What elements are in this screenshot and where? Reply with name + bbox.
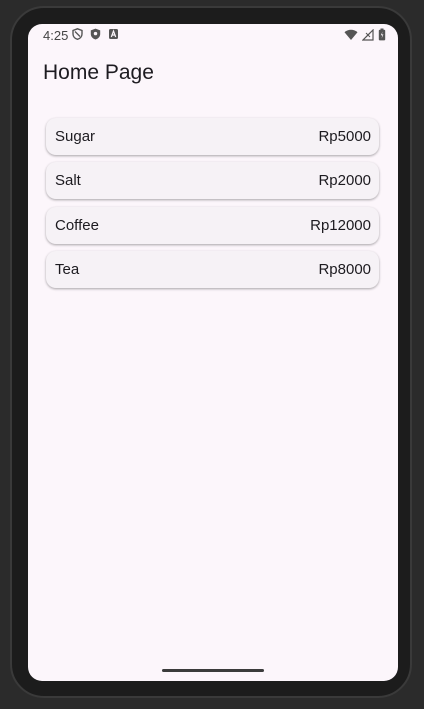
status-bar: 4:25 [28,24,398,48]
a-badge-icon [108,28,119,40]
item-price: Rp12000 [310,216,371,234]
wifi-icon [344,29,358,41]
page-title: Home Page [43,61,154,84]
list-item-tea[interactable]: Tea Rp8000 [46,250,379,288]
item-price: Rp8000 [318,260,371,278]
shield-outline-icon [72,28,83,41]
item-list: Sugar Rp5000 Salt Rp2000 Coffee Rp12000 … [46,118,379,295]
list-item-sugar[interactable]: Sugar Rp5000 [46,118,379,155]
item-name: Tea [55,260,80,278]
item-price: Rp2000 [318,172,371,190]
item-name: Sugar [55,128,96,145]
battery-icon [378,28,386,41]
gesture-nav-handle[interactable] [162,669,264,672]
status-time: 4:25 [43,28,69,43]
status-left-icons [72,28,119,41]
shield-filled-icon [90,28,101,40]
cell-signal-icon [361,28,374,41]
item-price: Rp5000 [318,128,371,145]
item-name: Salt [55,172,81,190]
list-item-coffee[interactable]: Coffee Rp12000 [46,206,379,244]
list-item-salt[interactable]: Salt Rp2000 [46,162,379,200]
phone-screen: 4:25 Home Page Sugar Rp5000 Salt Rp2000 … [28,24,398,681]
status-right-icons [344,28,386,41]
item-name: Coffee [55,216,99,234]
